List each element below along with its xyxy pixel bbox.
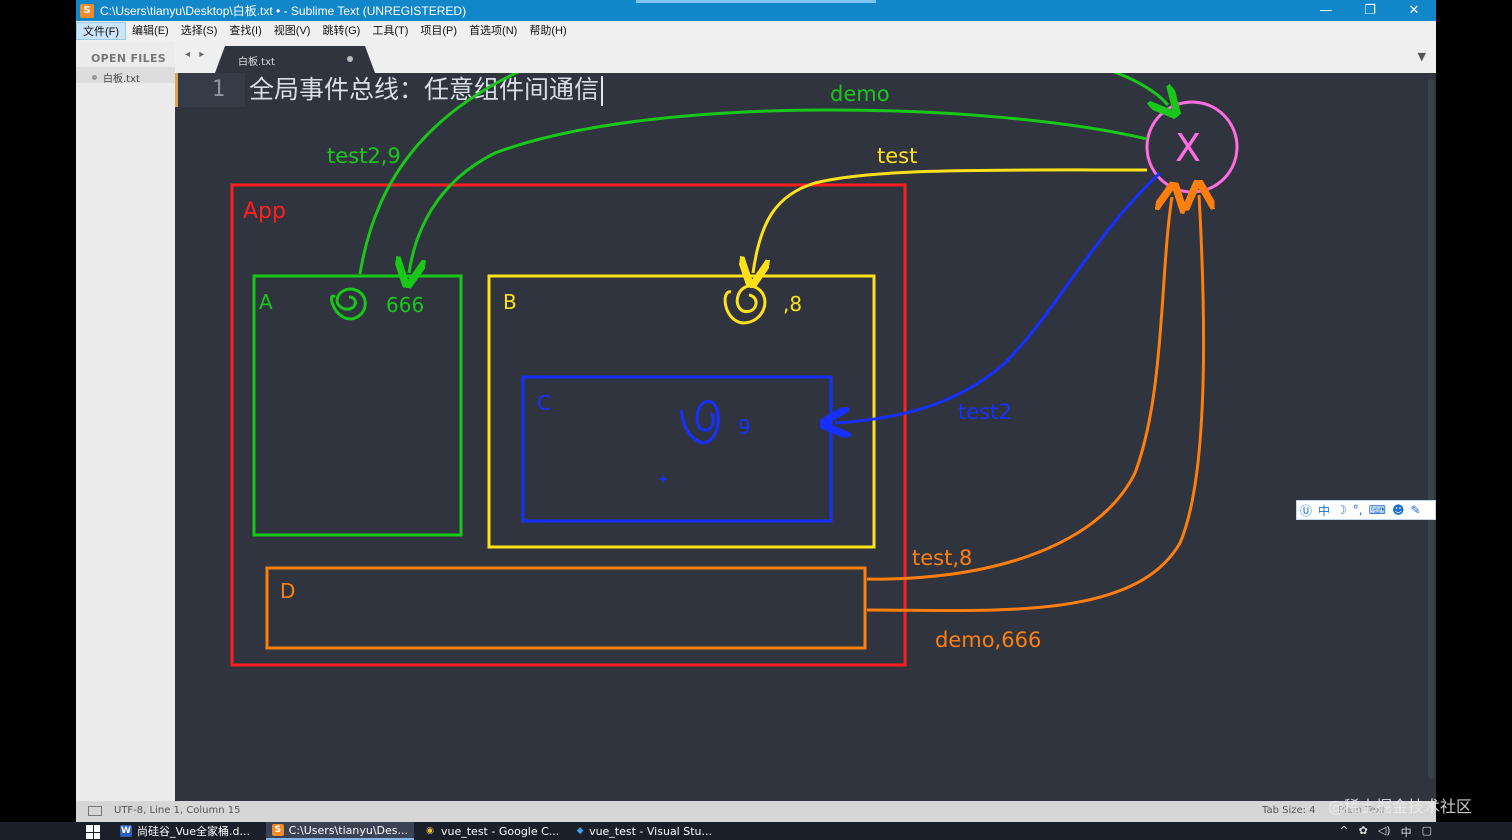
screen: S C:\Users\tianyu\Desktop\白板.txt • - Sub… xyxy=(0,0,1512,840)
user-icon[interactable]: ☻ xyxy=(1392,503,1405,517)
unsaved-dot-icon[interactable] xyxy=(347,56,353,62)
status-bar: UTF-8, Line 1, Column 15 Tab Size: 4 Pla… xyxy=(76,801,1436,822)
vscode-icon: ◆ xyxy=(576,826,584,836)
tab-size-selector[interactable]: Tab Size: 4 xyxy=(1262,805,1316,816)
close-button[interactable]: ✕ xyxy=(1392,0,1436,21)
menu-selection[interactable]: 选择(S) xyxy=(175,22,224,40)
wrench-icon[interactable]: ✎ xyxy=(1410,503,1420,517)
component-d-box xyxy=(265,566,867,650)
minimize-button[interactable]: — xyxy=(1304,0,1348,21)
taskbar-item-sublime[interactable]: S C:\Users\tianyu\Des... xyxy=(266,822,414,840)
b-callback-scribble xyxy=(723,284,767,325)
notification-icon[interactable]: ▢ xyxy=(1422,824,1432,840)
app-label: App xyxy=(243,199,286,224)
ime-logo-icon: Ⓤ xyxy=(1300,503,1313,518)
component-a-box xyxy=(252,274,463,537)
tray-overflow-icon[interactable]: ^ xyxy=(1339,824,1348,840)
title-bar[interactable]: S C:\Users\tianyu\Desktop\白板.txt • - Sub… xyxy=(76,0,1436,21)
editor-area[interactable]: 1 全局事件总线：任意组件间通信 App A 666 B ,8 C 9 D X … xyxy=(175,73,1436,801)
menu-find[interactable]: 查找(I) xyxy=(223,22,267,40)
sidebar-file-label: 白板.txt xyxy=(103,74,140,85)
sublime-window: S C:\Users\tianyu\Desktop\白板.txt • - Sub… xyxy=(76,0,1436,822)
ime-toolbar[interactable]: Ⓤ 中 ☽ °, ⌨ ☻ ✎ xyxy=(1296,500,1436,520)
watermark: @稀土掘金技术社区 xyxy=(1328,797,1473,816)
punctuation-icon[interactable]: °, xyxy=(1353,503,1363,517)
tab-whiteboard[interactable]: 白板.txt xyxy=(215,46,375,73)
taskbar-item-label: C:\Users\tianyu\Des... xyxy=(288,823,408,837)
event-bus-label: X xyxy=(1175,126,1201,170)
moon-icon[interactable]: ☽ xyxy=(1336,503,1347,517)
taskbar: W 尚硅谷_Vue全家桶.d... S C:\Users\tianyu\Des.… xyxy=(0,822,1512,840)
word-icon: W xyxy=(120,825,132,837)
component-b-label: B xyxy=(503,290,517,314)
menu-project[interactable]: 项目(P) xyxy=(414,22,463,40)
chrome-icon: ◉ xyxy=(426,826,434,836)
tab-nav-arrows-icon[interactable]: ◂ ▸ xyxy=(185,49,207,60)
menu-preferences[interactable]: 首选项(N) xyxy=(463,22,523,40)
taskbar-item-chrome[interactable]: ◉ vue_test - Google C... xyxy=(418,822,566,840)
blue-callback-arrow xyxy=(835,171,1162,423)
tab-bar: ◂ ▸ 白板.txt ▼ xyxy=(175,41,1436,73)
windows-start-icon[interactable] xyxy=(86,825,100,839)
green-bind-arrow xyxy=(358,73,1168,275)
whiteboard-diagram: App A 666 B ,8 C 9 D X demo test2,9 test… xyxy=(230,73,1239,667)
ime-mode-toggle[interactable]: 中 xyxy=(1318,502,1330,519)
system-tray: ^ ✿ ◁) 中 ▢ xyxy=(1339,824,1432,840)
menu-file[interactable]: 文件(F) xyxy=(76,22,127,40)
window-title: C:\Users\tianyu\Desktop\白板.txt • - Subli… xyxy=(100,4,467,18)
orange-emit-test-arrow xyxy=(866,197,1172,581)
component-a-label: A xyxy=(259,290,273,314)
tab-overflow-icon[interactable]: ▼ xyxy=(1418,50,1426,63)
cursor-position: UTF-8, Line 1, Column 15 xyxy=(114,805,241,816)
menu-view[interactable]: 视图(V) xyxy=(268,22,317,40)
sublime-app-icon: S xyxy=(80,3,94,18)
test2-9-label: test2,9 xyxy=(327,144,401,168)
test-label: test xyxy=(877,144,917,168)
a-callback-scribble xyxy=(330,287,367,321)
title-accent xyxy=(636,0,876,3)
component-c-box xyxy=(521,375,833,523)
crosshair-icon xyxy=(659,475,667,483)
c-callback-scribble xyxy=(679,399,720,445)
b-value-label: ,8 xyxy=(783,292,802,316)
demo-label: demo xyxy=(830,82,890,106)
taskbar-item-label: 尚硅谷_Vue全家桶.d... xyxy=(137,825,250,838)
tab-label: 白板.txt xyxy=(238,57,275,68)
menu-goto[interactable]: 跳转(G) xyxy=(316,22,366,40)
menu-edit[interactable]: 编辑(E) xyxy=(126,22,175,40)
tray-app-icon[interactable]: ✿ xyxy=(1359,824,1368,840)
menu-bar: 文件(F) 编辑(E) 选择(S) 查找(I) 视图(V) 跳转(G) 工具(T… xyxy=(76,21,1436,41)
test2-label: test2 xyxy=(958,400,1012,424)
taskbar-item-word[interactable]: W 尚硅谷_Vue全家桶.d... xyxy=(114,822,262,840)
volume-icon[interactable]: ◁) xyxy=(1378,824,1391,840)
a-value-label: 666 xyxy=(386,293,424,317)
test-8-label: test,8 xyxy=(912,546,972,570)
demo-666-label: demo,666 xyxy=(935,628,1041,652)
sidebar-file-item[interactable]: 白板.txt xyxy=(76,67,175,85)
panel-toggle-icon[interactable] xyxy=(88,806,102,816)
input-language-indicator[interactable]: 中 xyxy=(1401,824,1412,840)
open-files-header: OPEN FILES xyxy=(91,52,167,65)
menu-help[interactable]: 帮助(H) xyxy=(523,22,572,40)
c-value-label: 9 xyxy=(738,415,751,439)
menu-tools[interactable]: 工具(T) xyxy=(366,22,414,40)
app-box xyxy=(230,183,907,667)
file-dot-icon xyxy=(92,75,97,80)
sidebar: OPEN FILES 白板.txt xyxy=(76,41,175,801)
keyboard-icon[interactable]: ⌨ xyxy=(1369,503,1386,517)
component-d-label: D xyxy=(280,579,295,603)
taskbar-item-label: vue_test - Visual Stu... xyxy=(589,824,712,838)
component-c-label: C xyxy=(537,391,551,415)
green-callback-arrow xyxy=(409,108,1148,273)
taskbar-item-vscode[interactable]: ◆ vue_test - Visual Stu... xyxy=(570,822,718,840)
sublime-icon: S xyxy=(272,824,284,836)
taskbar-item-label: vue_test - Google C... xyxy=(441,824,560,838)
restore-button[interactable]: ❐ xyxy=(1348,0,1392,21)
